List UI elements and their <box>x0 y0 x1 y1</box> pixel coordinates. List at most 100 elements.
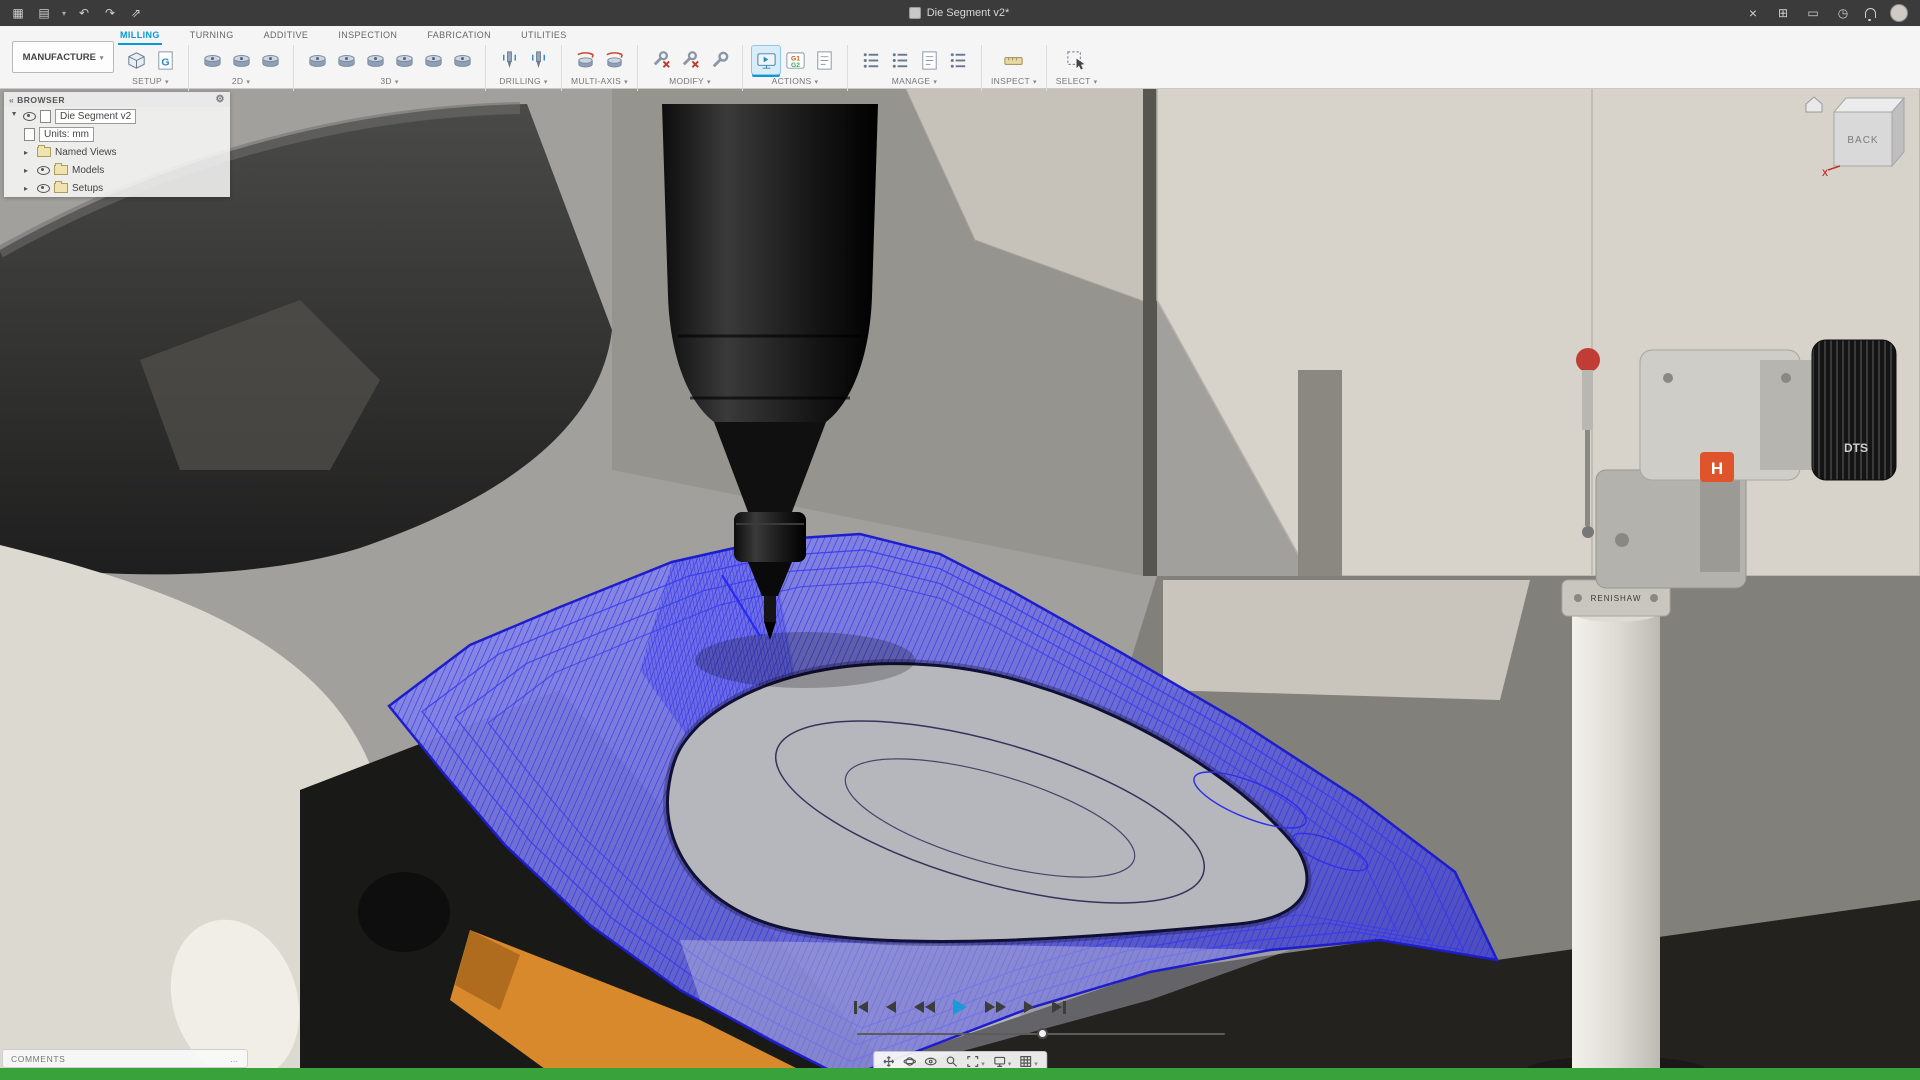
group-label-2d[interactable]: 2D <box>232 76 250 86</box>
3d-tool-button-6[interactable] <box>448 46 476 74</box>
group-label-setup[interactable]: SETUP <box>132 76 169 86</box>
modify-tool-button-3[interactable] <box>705 46 733 74</box>
2d-tool-button-1[interactable] <box>198 46 226 74</box>
file-caret-icon[interactable] <box>62 7 66 19</box>
tab-milling[interactable]: MILLING <box>118 28 162 45</box>
redo-icon[interactable] <box>102 5 118 21</box>
tab-fabrication[interactable]: FABRICATION <box>425 28 493 45</box>
manage-tool-button-2[interactable] <box>886 46 914 74</box>
manage-tool-button-1[interactable] <box>857 46 885 74</box>
timeline-handle[interactable] <box>1037 1028 1048 1039</box>
group-label-modify[interactable]: MODIFY <box>669 76 711 86</box>
manage-tool-button-3[interactable] <box>915 46 943 74</box>
post-process-button[interactable]: G1 G2 <box>781 46 809 74</box>
2d-tool-button-2[interactable] <box>227 46 255 74</box>
knurled-knob <box>1812 340 1896 480</box>
3d-tool-button-5[interactable] <box>419 46 447 74</box>
svg-text:G: G <box>161 56 169 68</box>
browser-row-named-views[interactable]: Named Views <box>4 143 230 161</box>
tab-inspection[interactable]: INSPECTION <box>336 28 399 45</box>
browser-row-setups[interactable]: Setups <box>4 179 230 197</box>
machine-shelf <box>1163 580 1530 700</box>
setup-sheet-button[interactable] <box>810 46 838 74</box>
step-forward-button[interactable] <box>1022 999 1036 1015</box>
manage-tool-button-4[interactable] <box>944 46 972 74</box>
group-label-multiaxis[interactable]: MULTI-AXIS <box>571 76 628 86</box>
3d-tool-button-3[interactable] <box>361 46 389 74</box>
ribbon-group-manage: MANAGE <box>853 45 976 86</box>
new-setup-button[interactable] <box>122 46 150 74</box>
pan-icon[interactable] <box>882 1055 895 1068</box>
expander-icon[interactable] <box>24 184 33 193</box>
close-icon[interactable] <box>1745 5 1761 21</box>
collapse-browser-icon[interactable] <box>9 95 14 105</box>
3d-tool-button-4[interactable] <box>390 46 418 74</box>
browser-row-models[interactable]: Models <box>4 161 230 179</box>
node-label[interactable]: Die Segment v2 <box>55 109 136 124</box>
visibility-eye-icon[interactable] <box>37 184 50 193</box>
look-at-icon[interactable] <box>924 1055 937 1068</box>
zoom-icon[interactable] <box>945 1055 958 1068</box>
multiaxis-tool-button-2[interactable] <box>600 46 628 74</box>
undo-icon[interactable] <box>76 5 92 21</box>
workspace-selector[interactable]: MANUFACTURE <box>12 41 114 73</box>
fast-forward-button[interactable] <box>983 999 1008 1015</box>
browser-settings-icon[interactable] <box>216 94 225 105</box>
drilling-tool-button-2[interactable] <box>524 46 552 74</box>
browser-row-units[interactable]: Units: mm <box>4 125 230 143</box>
job-status-icon[interactable] <box>1835 5 1851 21</box>
step-back-button[interactable] <box>884 999 898 1015</box>
multiaxis-tool-button-1[interactable] <box>571 46 599 74</box>
profile-avatar[interactable] <box>1890 4 1908 22</box>
node-label[interactable]: Models <box>72 165 104 176</box>
3d-tool-button-1[interactable] <box>303 46 331 74</box>
browser-row-document[interactable]: Die Segment v2 <box>4 107 230 125</box>
tab-turning[interactable]: TURNING <box>188 28 236 45</box>
expander-icon[interactable] <box>10 112 19 121</box>
group-label-inspect[interactable]: INSPECT <box>991 76 1037 86</box>
tab-utilities[interactable]: UTILITIES <box>519 28 569 45</box>
comments-bar[interactable]: COMMENTS <box>2 1049 248 1068</box>
extensions-icon[interactable] <box>1775 5 1791 21</box>
app-grid-icon[interactable] <box>10 5 26 21</box>
modify-tool-button-1[interactable] <box>647 46 675 74</box>
visibility-eye-icon[interactable] <box>23 112 36 121</box>
go-to-start-button[interactable] <box>852 999 870 1016</box>
viewcube-face-label[interactable]: BACK <box>1847 135 1878 146</box>
group-label-drilling[interactable]: DRILLING <box>499 76 547 86</box>
node-label[interactable]: Named Views <box>55 147 117 158</box>
modify-tool-button-2[interactable] <box>676 46 704 74</box>
go-to-end-button[interactable] <box>1050 999 1068 1016</box>
share-icon[interactable] <box>128 5 144 21</box>
units-icon <box>24 128 35 141</box>
2d-tool-button-3[interactable] <box>256 46 284 74</box>
viewport-3d[interactable]: RENISHAW DTS H BACK X <box>0 0 1920 1080</box>
simulation-timeline[interactable] <box>857 1029 1225 1039</box>
group-label-3d[interactable]: 3D <box>380 76 398 86</box>
visibility-eye-icon[interactable] <box>37 166 50 175</box>
play-button[interactable] <box>951 997 969 1017</box>
inspect-tool-button[interactable] <box>1000 46 1028 74</box>
browser-panel: BROWSER Die Segment v2 Units: mm Named V… <box>4 92 230 197</box>
3d-tool-button-2[interactable] <box>332 46 360 74</box>
expander-icon[interactable] <box>24 148 33 157</box>
ribbon-group-3d: 3D <box>299 45 480 86</box>
node-label[interactable]: Setups <box>72 183 103 194</box>
group-label-select[interactable]: SELECT <box>1056 76 1098 86</box>
expander-icon[interactable] <box>24 166 33 175</box>
simulate-button[interactable] <box>752 46 780 74</box>
tab-additive[interactable]: ADDITIVE <box>262 28 311 45</box>
comments-expand-icon[interactable] <box>230 1054 239 1064</box>
node-label[interactable]: Units: mm <box>39 127 94 142</box>
group-label-actions[interactable]: ACTIONS <box>772 76 819 86</box>
play-reverse-button[interactable] <box>912 999 937 1015</box>
ribbon-toolbar: MANUFACTURE MILLING TURNING ADDITIVE INS… <box>0 26 1920 89</box>
group-label-manage[interactable]: MANAGE <box>892 76 937 86</box>
drilling-tool-button-1[interactable] <box>495 46 523 74</box>
select-tool-button[interactable] <box>1063 46 1091 74</box>
display-icon[interactable] <box>1805 5 1821 21</box>
nc-program-button[interactable]: G <box>151 46 179 74</box>
orbit-icon[interactable] <box>903 1055 916 1068</box>
notifications-icon[interactable] <box>1865 8 1876 18</box>
file-menu-icon[interactable] <box>36 5 52 21</box>
